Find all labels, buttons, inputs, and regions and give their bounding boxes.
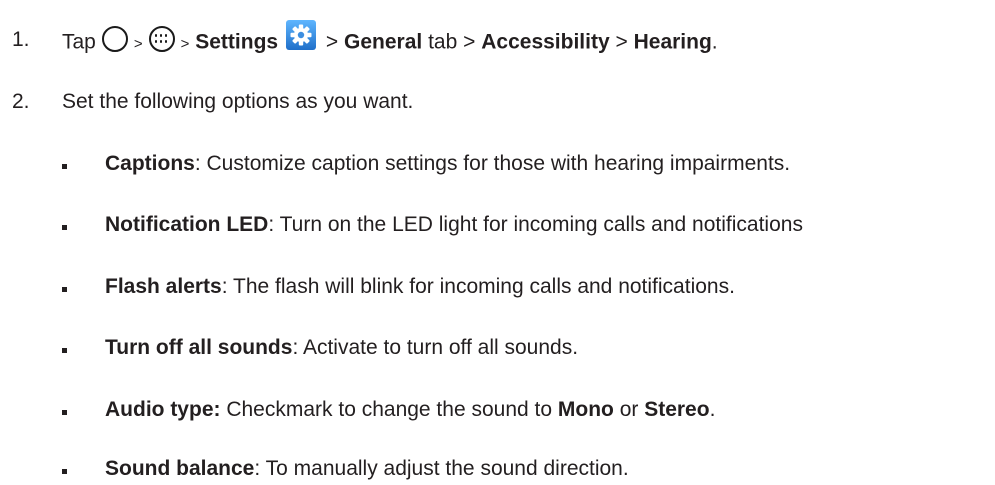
separator: > [463,30,476,54]
accessibility-label: Accessibility [481,30,610,54]
option-desc: Checkmark to change the sound to [220,398,558,421]
separator: > [133,35,143,53]
bullet-icon [62,469,67,474]
list-item: Turn off all sounds: Activate to turn of… [105,336,578,360]
period: . [711,30,718,54]
bullet-icon [62,225,67,230]
step-1: Tap > > Settings > General tab > Accessi… [62,20,718,58]
step-number: 2. [12,90,30,113]
step-text: Tap [62,30,96,54]
period: . [709,398,716,421]
option-desc: : Activate to turn off all sounds. [292,336,579,359]
step-number: 1. [12,28,30,51]
option-desc: : To manually adjust the sound direction… [254,457,629,480]
step-2: Set the following options as you want. [62,90,414,113]
bullet-icon [62,287,67,292]
option-desc: : Turn on the LED light for incoming cal… [268,213,803,236]
option-term: Sound balance [105,457,255,480]
bullet-icon [62,164,67,169]
option-term: Audio type: [105,398,221,421]
option-term: Turn off all sounds [105,336,293,359]
option-term: Captions [105,152,195,175]
list-item: Notification LED: Turn on the LED light … [105,213,803,237]
settings-label: Settings [195,30,279,54]
bullet-icon [62,348,67,353]
option-term: Flash alerts [105,275,222,298]
general-label: General [344,30,423,54]
separator: > [180,35,190,53]
bullet-icon [62,410,67,415]
settings-icon [286,20,317,50]
list-item: Audio type: Checkmark to change the soun… [105,398,715,422]
list-item: Sound balance: To manually adjust the so… [105,457,629,481]
apps-icon [148,26,175,52]
list-item: Captions: Customize caption settings for… [105,152,790,176]
option-desc: or [613,398,645,421]
hearing-label: Hearing [633,30,712,54]
separator: > [325,30,339,54]
option-desc: : Customize caption settings for those w… [194,152,791,175]
stereo-label: Stereo [644,398,710,421]
option-desc: : The flash will blink for incoming call… [221,275,735,298]
separator: > [615,30,628,54]
tab-word: tab [428,30,458,54]
list-item: Flash alerts: The flash will blink for i… [105,275,735,299]
home-icon [101,26,128,52]
option-term: Notification LED [105,213,269,236]
mono-label: Mono [557,398,614,421]
